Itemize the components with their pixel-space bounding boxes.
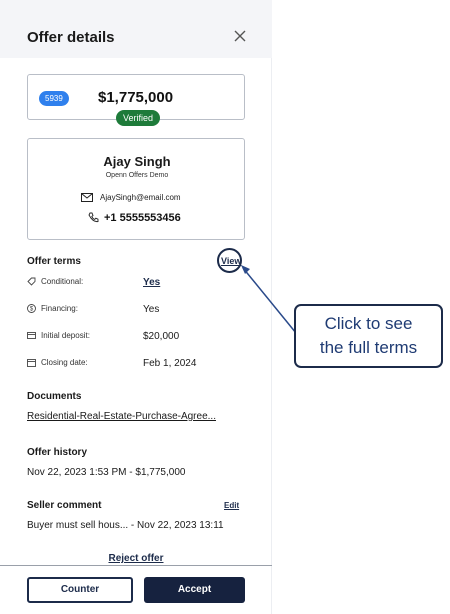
tag-icon [27,277,36,286]
calendar-icon [27,359,36,367]
reject-offer-link[interactable]: Reject offer [0,553,272,564]
term-label-deposit: Initial deposit: [41,331,90,340]
term-label-financing: Financing: [41,304,78,313]
seller-comment-heading: Seller comment [27,500,102,511]
counter-button[interactable]: Counter [27,577,133,603]
offer-terms-heading: Offer terms [27,256,81,267]
accept-button[interactable]: Accept [144,577,245,603]
buyer-phone: +1 5555553456 [104,212,181,224]
buyer-email: AjaySingh@email.com [100,193,181,202]
annotation-callout: Click to see the full terms [294,304,443,368]
edit-comment-link[interactable]: Edit [224,501,239,510]
seller-comment-text: Buyer must sell hous... - Nov 22, 2023 1… [27,520,224,531]
page-title: Offer details [27,29,115,46]
buyer-organization: Openn Offers Demo [105,172,169,179]
callout-line-2: the full terms [319,338,418,357]
dollar-icon: $ [27,304,36,313]
verified-badge: Verified [116,110,161,126]
documents-heading: Documents [27,391,82,402]
deposit-value: $20,000 [143,331,180,342]
offer-price: $1,775,000 [98,89,174,106]
conditional-value-link[interactable]: Yes [143,277,160,288]
offer-history-heading: Offer history [27,447,88,458]
panel-header: Offer details [0,0,272,58]
term-label-conditional: Conditional: [41,277,84,286]
offer-details-panel: Offer details 5939 $1,775,000 Verified A… [0,0,272,614]
card-icon [27,332,36,339]
offer-id-badge: 5939 [39,91,69,106]
document-link[interactable]: Residential-Real-Estate-Purchase-Agree..… [27,411,216,422]
term-label-closing: Closing date: [41,358,88,367]
close-icon[interactable] [232,28,248,44]
phone-icon [88,212,99,223]
buyer-contact-card: Ajay Singh Openn Offers Demo AjaySingh@e… [27,138,245,240]
financing-value: Yes [143,304,160,315]
offer-history-entry: Nov 22, 2023 1:53 PM - $1,775,000 [27,467,186,478]
closing-date-value: Feb 1, 2024 [143,358,197,369]
buyer-name: Ajay Singh [103,154,171,169]
footer-divider [0,565,272,566]
mail-icon [81,193,93,202]
view-highlight-circle [217,248,242,273]
callout-line-1: Click to see [324,314,413,333]
